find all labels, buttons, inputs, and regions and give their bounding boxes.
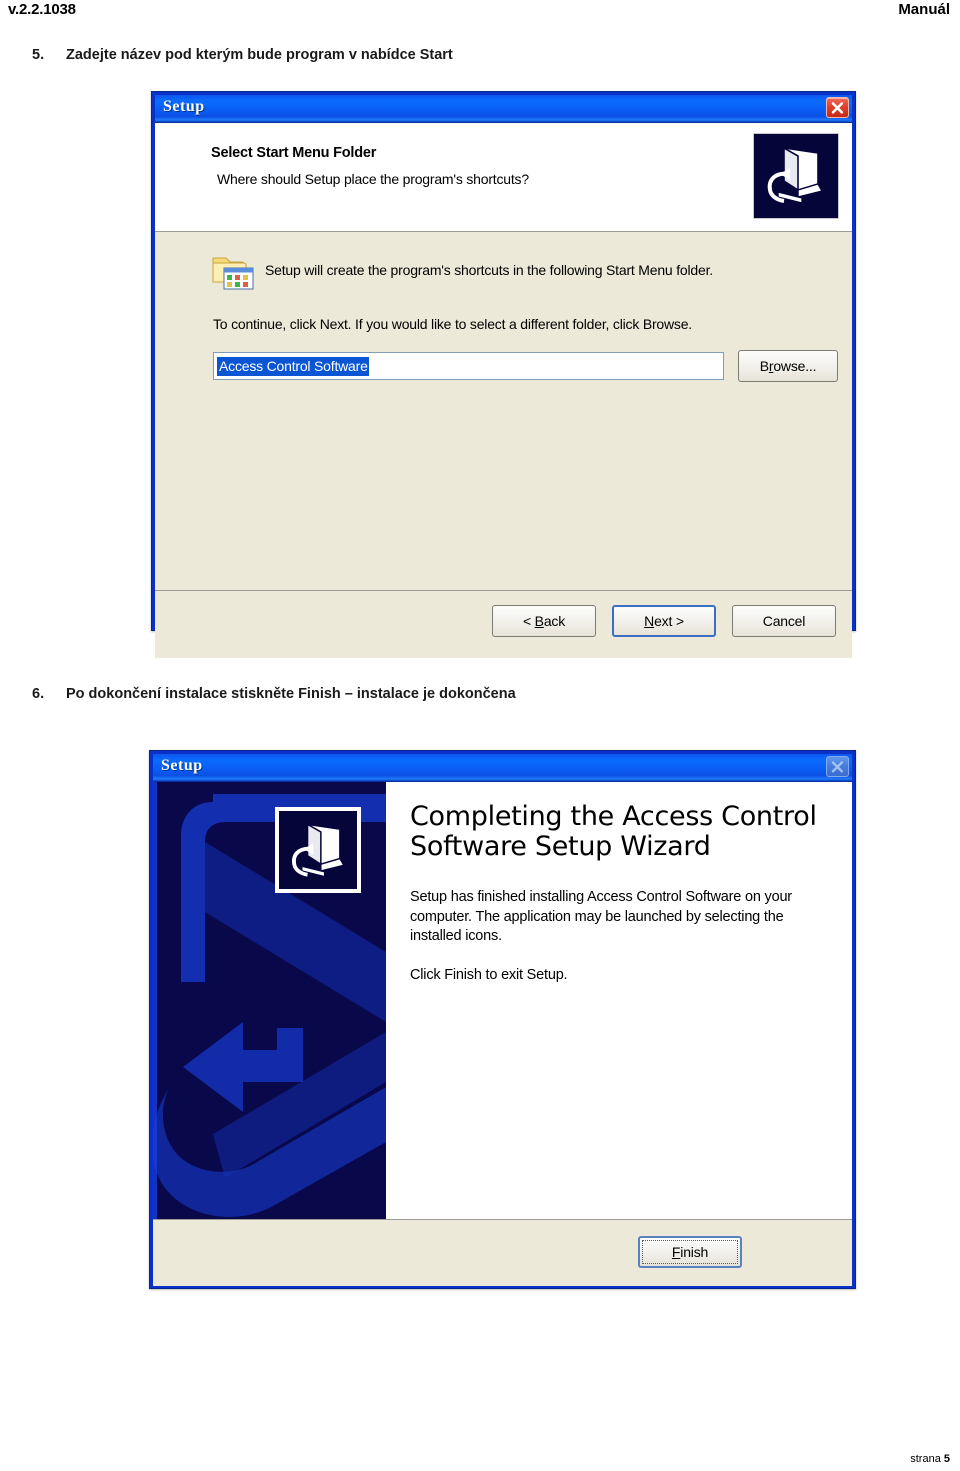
folder-input-row: Access Control Software Browse... [213,350,838,382]
wizard-paragraph-1: Setup has finished installing Access Con… [410,889,792,944]
page-number: 5 [943,1453,950,1465]
cancel-button[interactable]: Cancel [732,605,836,637]
close-icon-disabled [826,756,849,777]
dialog1-title: Setup [163,98,205,115]
step-6: 6. Po dokončení instalace stiskněte Finis… [32,686,516,702]
setup-dialog-completing-wizard: Setup Completing the Access Control Soft… [149,750,856,1289]
wizard-paragraph-2: Click Finish to exit Setup. [410,966,568,983]
dialog2-button-row: Finish [638,1236,742,1268]
dialog1-titlebar[interactable]: Setup [155,95,852,123]
wizard-main-pane: Completing the Access Control Software S… [386,782,852,1219]
step-5-text: Zadejte název pod kterým bude program v … [66,47,453,63]
browse-button[interactable]: Browse... [738,350,838,382]
dialog1-body-pane: Setup will create the program's shortcut… [155,232,852,590]
finish-button[interactable]: Finish [638,1236,742,1268]
page-footer: strana 5 [910,1453,950,1465]
setup-dialog-start-menu-folder: Setup Select Start Menu Folder Where sho… [151,91,856,658]
close-icon[interactable] [826,97,849,118]
folder-with-shortcuts-icon [211,249,255,293]
document-kind: Manuál [898,1,950,18]
dialog1-footer-pane: < Back Next > Cancel [155,590,852,658]
step-6-text: Po dokončení instalace stiskněte Finish … [66,686,516,702]
document-version: v.2.2.1038 [8,1,76,18]
setup-computer-icon [275,807,361,893]
step-5-number: 5. [32,47,45,63]
dialog1-header-pane: Select Start Menu Folder Where should Se… [155,123,852,232]
dialog1-heading: Select Start Menu Folder [211,145,377,161]
setup-computer-icon [753,133,839,219]
wizard-side-graphic [153,782,386,1219]
dialog2-titlebar[interactable]: Setup [153,754,852,782]
page-footer-label: strana [910,1453,941,1465]
back-button[interactable]: < Back [492,605,596,637]
start-menu-folder-input[interactable]: Access Control Software [213,352,724,380]
dialog2-body-pane: Completing the Access Control Software S… [153,782,852,1219]
page-header: v.2.2.1038 Manuál [0,0,960,30]
start-menu-folder-value: Access Control Software [217,356,369,376]
wizard-title: Completing the Access Control Software S… [410,801,817,863]
next-button[interactable]: Next > [612,605,716,637]
dialog2-footer-pane: Finish [153,1219,852,1286]
step-6-number: 6. [32,686,45,702]
dialog1-button-row: < Back Next > Cancel [492,605,836,637]
dialog2-title: Setup [161,757,203,774]
dialog1-body-line-1: Setup will create the program's shortcut… [265,262,713,278]
dialog1-body-line-2: To continue, click Next. If you would li… [213,316,692,332]
dialog1-subheading: Where should Setup place the program's s… [217,171,529,187]
step-5: 5. Zadejte název pod kterým bude program … [32,47,453,63]
